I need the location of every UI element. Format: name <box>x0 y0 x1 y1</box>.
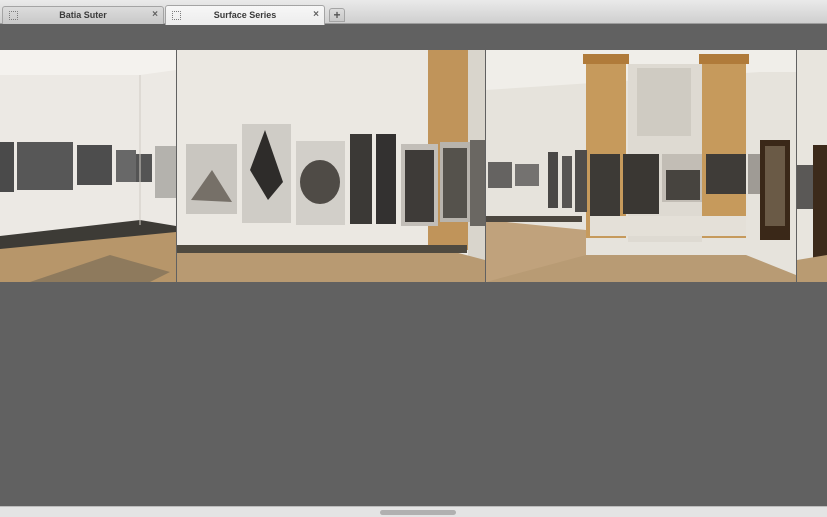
close-icon[interactable]: × <box>152 9 158 20</box>
close-icon[interactable]: × <box>313 9 319 20</box>
gallery-photo-3[interactable] <box>486 50 796 282</box>
plus-icon: + <box>333 8 341 22</box>
new-tab-button[interactable]: + <box>329 8 345 22</box>
horizontal-scrollbar[interactable] <box>0 506 827 517</box>
tab-title: Surface Series <box>213 10 277 20</box>
gallery-photo-1[interactable] <box>0 50 176 282</box>
tab-batia-suter[interactable]: Batia Suter × <box>2 6 164 24</box>
tab-title: Batia Suter <box>59 10 107 20</box>
photo-strip <box>0 50 827 282</box>
gallery-photo-4[interactable] <box>797 50 827 282</box>
tab-surface-series[interactable]: Surface Series × <box>165 5 325 25</box>
gallery-photo-2[interactable] <box>177 50 485 282</box>
scrollbar-thumb[interactable] <box>380 510 456 515</box>
tab-bar: Batia Suter × Surface Series × + <box>0 0 827 25</box>
